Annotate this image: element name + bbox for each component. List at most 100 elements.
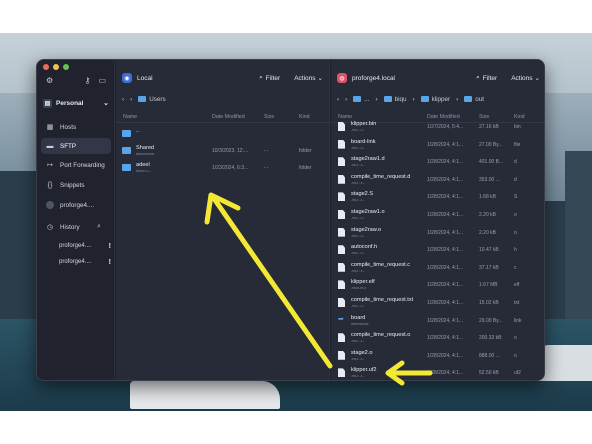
table-row[interactable]: klipper.bin -rw-r--r-- 1/27/2024, 5:4... 27… bbox=[331, 119, 544, 136]
file-date: 1/27/2024, 5:4... bbox=[427, 124, 464, 130]
table-row[interactable]: .. bbox=[116, 126, 329, 143]
warning-icon: ! bbox=[108, 258, 111, 266]
file-size: 888.00 ... bbox=[479, 352, 500, 359]
file-kind: d bbox=[514, 159, 517, 166]
file-kind: o bbox=[514, 229, 517, 236]
sidebar-item-port-forwarding[interactable]: ↦ Port Forwarding bbox=[41, 157, 111, 173]
file-icon bbox=[338, 262, 345, 272]
breadcrumb-item[interactable]: klipper bbox=[420, 96, 450, 103]
table-row[interactable]: compile_time_request.txt -rw-r--r-- 1/28/2… bbox=[331, 295, 544, 312]
termius-window: ⚙ ⚷ ▭ ▤ Personal ⌄ ▦ Hosts ▬ SFTP ↦ Port… bbox=[36, 59, 545, 381]
table-row[interactable]: compile_time_request.o -rw-r--r-- 1/28/202… bbox=[331, 330, 544, 347]
sidebar: ⚙ ⚷ ▭ ▤ Personal ⌄ ▦ Hosts ▬ SFTP ↦ Port… bbox=[37, 60, 115, 380]
file-permissions: -rw-r--r-- bbox=[351, 339, 365, 344]
file-size: 1.67 MB bbox=[479, 282, 498, 289]
sidebar-item-sftp[interactable]: ▬ SFTP bbox=[41, 138, 111, 154]
table-row[interactable]: stage2raw.o -rw-r--r-- 1/28/2024, 4:1... 2.… bbox=[331, 225, 544, 242]
file-size: 29.00 By... bbox=[479, 317, 503, 324]
file-permissions: drwxrwxrwt bbox=[136, 152, 154, 156]
pane-header: ◉ Local ⌕ Filter Actions ⌄ bbox=[116, 68, 329, 88]
folder-icon bbox=[122, 130, 131, 137]
file-size: 2.20 kB bbox=[479, 212, 496, 218]
table-row[interactable]: compile_time_request.d -rw-r--r-- 1/28/202… bbox=[331, 172, 544, 189]
file-date: 1/28/2024, 4:1... bbox=[427, 176, 464, 183]
breadcrumb-item[interactable]: Users bbox=[138, 96, 166, 103]
breadcrumb-item[interactable]: ... bbox=[353, 96, 369, 103]
chevron-down-icon: ⌄ bbox=[103, 100, 109, 107]
forward-icon[interactable]: › bbox=[345, 96, 347, 103]
column-date[interactable]: Date Modified bbox=[212, 114, 245, 120]
column-kind[interactable]: Kind bbox=[299, 114, 310, 120]
forward-icon[interactable]: › bbox=[130, 96, 132, 103]
table-row[interactable]: ➦ board lrwxrwxrwx 1/28/2024, 4:1... 29.00 B… bbox=[331, 313, 544, 330]
table-row[interactable]: autoconf.h -rw-r--r-- 1/28/2024, 4:1... 10.… bbox=[331, 242, 544, 259]
actions-button[interactable]: Actions ⌄ bbox=[294, 74, 323, 83]
table-row[interactable]: klipper.elf -rwxr-xr-x 1/28/2024, 4:1... 1.… bbox=[331, 277, 544, 294]
file-permissions: -rw-r--r-- bbox=[351, 233, 365, 238]
chevron-right-icon: › bbox=[375, 95, 378, 103]
sidebar-item-hosts[interactable]: ▦ Hosts bbox=[41, 119, 111, 135]
back-icon[interactable]: ‹ bbox=[337, 96, 339, 103]
file-date: 1/28/2024, 4:1... bbox=[427, 247, 464, 254]
key-icon[interactable]: ⚷ bbox=[85, 76, 91, 85]
filter-button[interactable]: ⌕ Filter bbox=[259, 74, 280, 82]
column-header: Name Date Modified Size Kind bbox=[116, 111, 329, 123]
search-icon[interactable]: ⌕ bbox=[97, 223, 101, 231]
file-name: compile_time_request.d bbox=[351, 173, 411, 180]
file-permissions: -rwxr-xr-x bbox=[351, 286, 367, 291]
breadcrumb-item[interactable]: biqu bbox=[383, 96, 406, 103]
hosts-icon: ▦ bbox=[46, 124, 54, 131]
vault-selector[interactable]: ▤ Personal ⌄ bbox=[43, 95, 109, 111]
table-row[interactable]: stage2.S -rw-r--r-- 1/28/2024, 4:1... 1.68 … bbox=[331, 189, 544, 206]
column-name[interactable]: Name bbox=[123, 114, 137, 120]
pane-host-title: proforge4.local bbox=[352, 74, 395, 82]
zoom-button[interactable] bbox=[63, 64, 69, 70]
file-kind: elf bbox=[514, 282, 520, 289]
file-permissions: -rw-r--r-- bbox=[351, 216, 365, 220]
file-size: 1.68 kB bbox=[479, 194, 496, 201]
file-kind: uf2 bbox=[514, 370, 521, 377]
history-item[interactable]: proforge4.... ! bbox=[59, 240, 111, 252]
table-row[interactable]: stage2raw1.o -rw-r--r-- 1/28/2024, 4:1... 2… bbox=[331, 207, 544, 224]
file-kind: txt bbox=[514, 300, 520, 306]
host-avatar-icon bbox=[46, 201, 54, 209]
folder-icon bbox=[138, 96, 147, 102]
breadcrumb-item[interactable]: out bbox=[464, 96, 484, 103]
file-date: 1/28/2024, 4:1... bbox=[427, 370, 464, 377]
terminal-icon[interactable]: ▭ bbox=[98, 76, 106, 85]
history-item[interactable]: proforge4.... ! bbox=[59, 256, 111, 268]
folder-icon bbox=[464, 96, 473, 102]
file-permissions: -rw-r--r-- bbox=[351, 145, 365, 150]
file-name: klipper.elf bbox=[351, 279, 375, 286]
folder-icon bbox=[383, 96, 392, 102]
settings-gear-icon[interactable]: ⚙ bbox=[46, 76, 53, 85]
snippets-icon: {} bbox=[47, 181, 53, 189]
file-date: 1/28/2024, 4:1... bbox=[427, 317, 464, 324]
folder-icon bbox=[122, 147, 131, 154]
back-icon[interactable]: ‹ bbox=[122, 96, 124, 103]
port-forwarding-icon: ↦ bbox=[47, 162, 53, 169]
file-kind: h bbox=[514, 247, 517, 254]
table-row[interactable]: stage2raw1.d -rw-r--r-- 1/28/2024, 4:1... 4… bbox=[331, 154, 544, 171]
table-row[interactable]: Shared drwxrwxrwt 10/3/2023, 12:... - - fold… bbox=[116, 143, 329, 160]
minimize-button[interactable] bbox=[53, 64, 59, 70]
file-kind: bin bbox=[514, 124, 521, 130]
sidebar-item-snippets[interactable]: {} Snippets bbox=[41, 177, 111, 193]
filter-button[interactable]: ⌕ Filter bbox=[476, 74, 497, 82]
actions-button[interactable]: Actions ⌄ bbox=[511, 74, 540, 83]
table-row[interactable]: adeel drwxr-x--- 1/23/2024, 6:3... - - folde… bbox=[116, 160, 329, 177]
file-date: 10/3/2023, 12:... bbox=[212, 148, 249, 154]
file-name: adeel bbox=[136, 162, 150, 168]
table-row[interactable]: klipper.uf2 -rw-r--r-- 1/28/2024, 4:1... 52… bbox=[331, 365, 544, 380]
table-row[interactable]: compile_time_request.c -rw-r--r-- 1/28/202… bbox=[331, 260, 544, 277]
close-button[interactable] bbox=[43, 64, 49, 70]
folder-icon bbox=[353, 96, 362, 102]
file-name: klipper.uf2 bbox=[351, 367, 377, 374]
table-row[interactable]: stage2.o -rw-r--r-- 1/28/2024, 4:1... 888.0… bbox=[331, 348, 544, 365]
breadcrumb: ‹ › Users bbox=[116, 92, 329, 106]
table-row[interactable]: board-link -rw-r--r-- 1/28/2024, 4:1... 27.… bbox=[331, 137, 544, 154]
file-kind: link bbox=[514, 317, 522, 324]
sidebar-item-host-proforge4[interactable]: proforge4.... bbox=[41, 197, 111, 213]
column-size[interactable]: Size bbox=[264, 114, 274, 120]
file-date: 1/28/2024, 4:1... bbox=[427, 300, 464, 306]
